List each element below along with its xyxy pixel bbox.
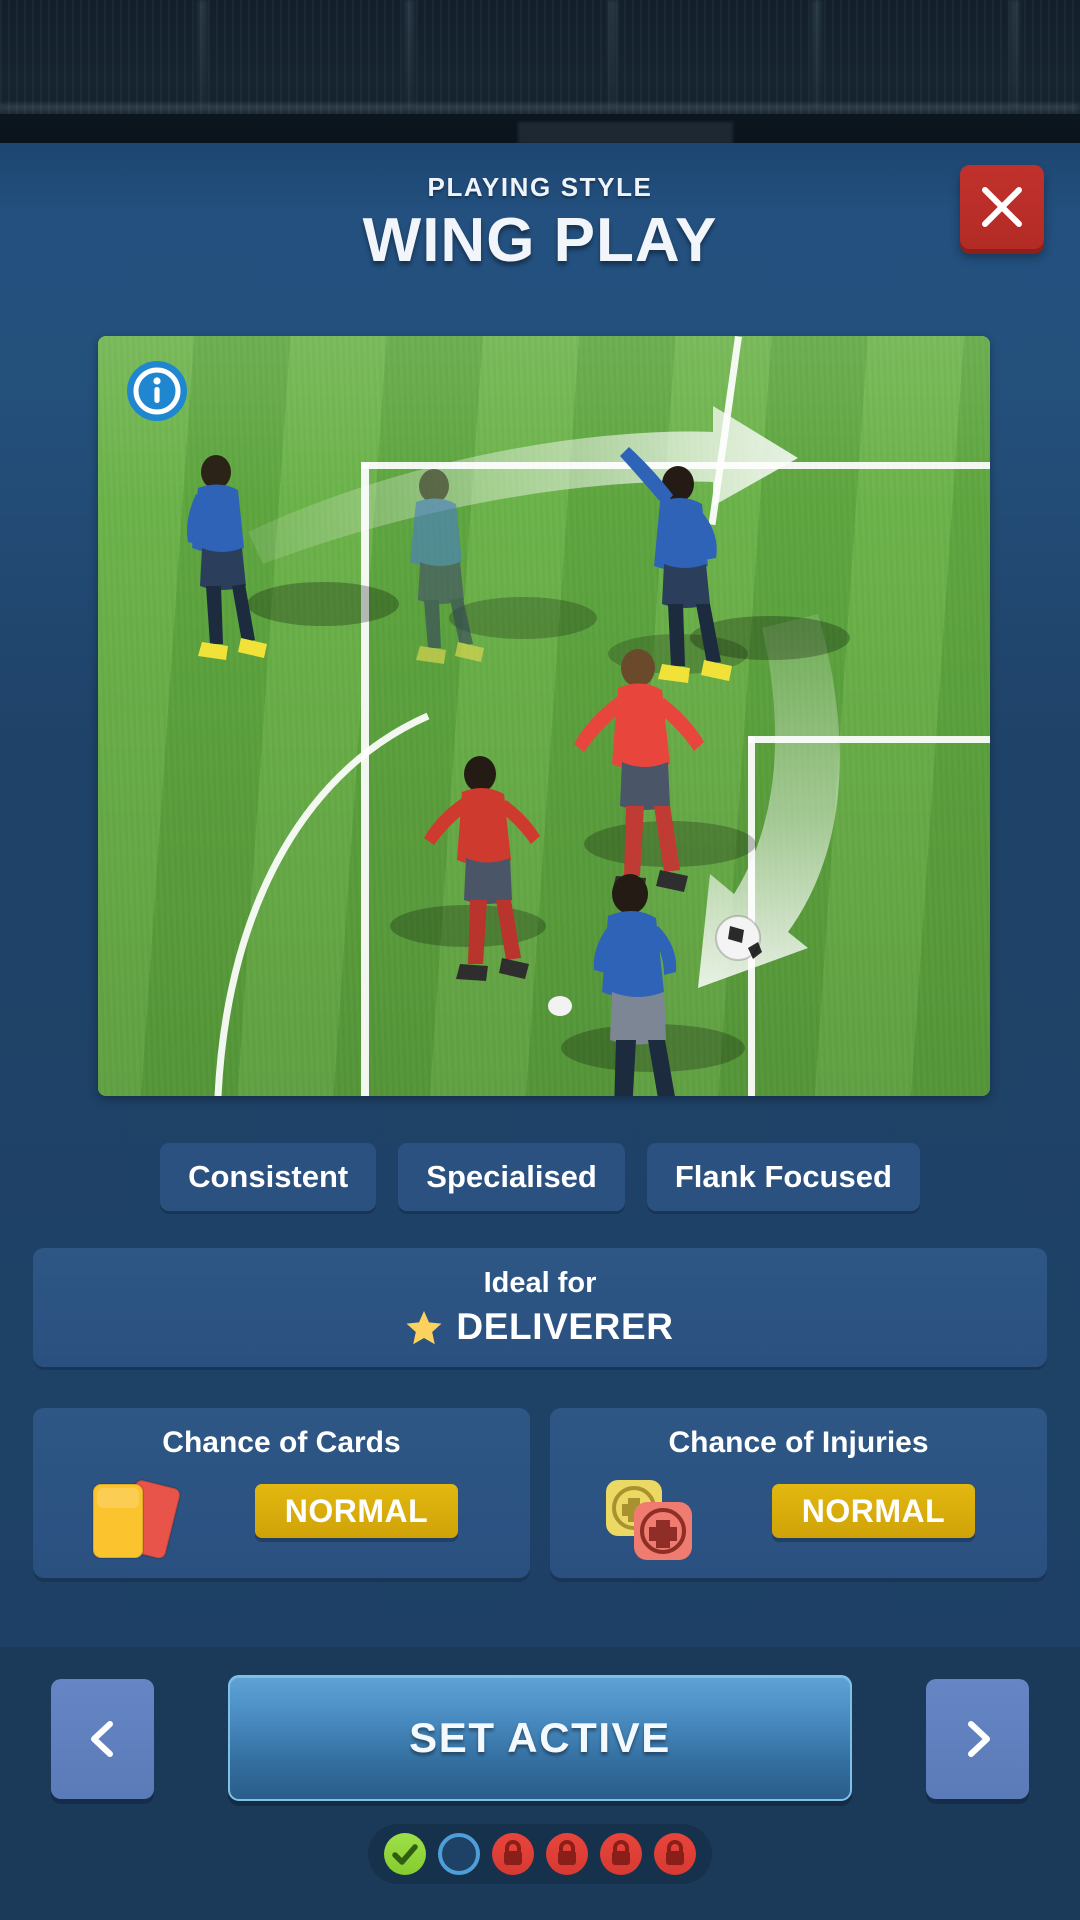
marker-dot — [548, 996, 572, 1016]
stat-card-chance-of-cards: Chance of Cards NORMAL — [33, 1408, 530, 1578]
football-icon — [715, 915, 762, 961]
tag-chip-flank-focused[interactable]: Flank Focused — [646, 1143, 920, 1211]
star-icon — [406, 1310, 442, 1344]
stadium-pillar — [405, 0, 414, 108]
modal-header: PLAYING STYLE WING PLAY — [0, 143, 1080, 318]
lock-icon — [666, 1840, 684, 1865]
close-icon — [982, 187, 1022, 227]
stadium-backdrop — [0, 0, 1080, 150]
stadium-pillar — [1010, 0, 1019, 108]
playing-style-modal: PLAYING STYLE WING PLAY Consistent Speci… — [0, 143, 1080, 1920]
tag-chip-consistent[interactable]: Consistent — [160, 1143, 377, 1211]
injury-icon — [600, 1476, 710, 1562]
info-button[interactable] — [126, 360, 188, 422]
chevron-right-icon — [968, 1721, 990, 1757]
ideal-for-panel: Ideal for DELIVERER — [33, 1248, 1047, 1367]
set-active-button[interactable]: SET ACTIVE — [228, 1675, 852, 1801]
set-active-label: SET ACTIVE — [409, 1714, 671, 1761]
chevron-left-icon — [91, 1721, 113, 1757]
stadium-pillar — [198, 0, 207, 108]
ideal-for-label: Ideal for — [483, 1267, 597, 1299]
modal-kicker: PLAYING STYLE — [427, 172, 653, 202]
page-title: WING PLAY — [362, 206, 718, 275]
player-red-2 — [424, 756, 540, 981]
lock-icon — [504, 1840, 522, 1865]
pager-dot-locked[interactable] — [546, 1833, 588, 1875]
stat-title-cards: Chance of Cards — [162, 1426, 401, 1459]
stadium-stand — [0, 0, 1080, 120]
pager-dot-completed[interactable] — [384, 1833, 426, 1875]
player-blue-1 — [187, 455, 267, 660]
pager-dot-locked[interactable] — [600, 1833, 642, 1875]
info-icon — [127, 361, 187, 421]
stat-title-injuries: Chance of Injuries — [668, 1426, 929, 1459]
attribute-tag-list: Consistent Specialised Flank Focused — [0, 1143, 1080, 1211]
lock-icon — [612, 1840, 630, 1865]
cards-icon — [83, 1476, 193, 1562]
stadium-pillar — [608, 0, 617, 108]
pager-dot-locked[interactable] — [654, 1833, 696, 1875]
stat-value-injuries: NORMAL — [772, 1484, 975, 1538]
tactic-preview-image[interactable] — [98, 336, 990, 1096]
ideal-for-row: DELIVERER — [33, 1306, 1047, 1348]
stadium-pillar — [812, 0, 821, 108]
bottom-action-bar: SET ACTIVE — [0, 1647, 1080, 1920]
stadium-ad-board — [518, 122, 733, 144]
prev-style-button[interactable] — [51, 1679, 154, 1799]
ideal-for-role: DELIVERER — [456, 1306, 674, 1347]
player-blue-2 — [410, 469, 484, 664]
stat-card-chance-of-injuries: Chance of Injuries NORMAL — [550, 1408, 1047, 1578]
players-overlay — [187, 447, 850, 1096]
next-style-button[interactable] — [926, 1679, 1029, 1799]
style-pager — [368, 1824, 712, 1884]
stat-value-cards: NORMAL — [255, 1484, 458, 1538]
check-icon — [392, 1844, 418, 1865]
lock-icon — [558, 1840, 576, 1865]
tag-chip-specialised[interactable]: Specialised — [398, 1143, 625, 1211]
pager-dot-current[interactable] — [438, 1833, 480, 1875]
pager-dot-locked[interactable] — [492, 1833, 534, 1875]
close-button[interactable] — [960, 165, 1044, 249]
